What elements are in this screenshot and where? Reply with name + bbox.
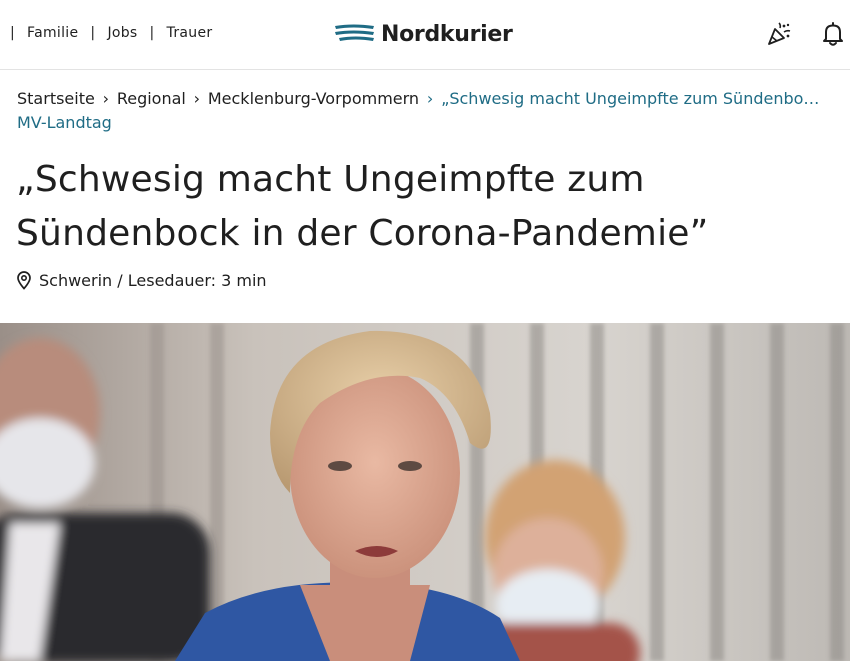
bell-icon[interactable] [819, 20, 847, 48]
nordkurier-logo[interactable]: Nordkurier [333, 20, 513, 48]
breadcrumb-item-startseite[interactable]: Startseite [17, 89, 95, 108]
logo-waves-icon [335, 24, 374, 41]
confetti-icon[interactable] [765, 20, 793, 48]
nav-separator: | [10, 25, 16, 41]
article-meta: Schwerin / Lesedauer: 3 min [15, 270, 267, 290]
article-kicker[interactable]: MV-Landtag [17, 111, 112, 135]
article-title: „Schwesig macht Ungeimpfte zum Sündenboc… [16, 159, 709, 254]
chevron-right-icon: › [102, 89, 110, 108]
breadcrumb-current: „Schwesig macht Ungeimpfte zum Sündenboc… [441, 89, 823, 108]
breadcrumb-item-mecklenburg-vorpommern[interactable]: Mecklenburg-Vorpommern [208, 89, 419, 108]
quick-links-nav: | Familie | Jobs | Trauer [10, 25, 212, 41]
chevron-right-icon: › [193, 89, 201, 108]
site-header: | Familie | Jobs | Trauer Nordkurier [0, 0, 850, 70]
breadcrumb: Startseite › Regional › Mecklenburg-Vorpomme… [17, 87, 842, 111]
breadcrumb-item-regional[interactable]: Regional [117, 89, 186, 108]
chevron-right-icon: › [426, 89, 434, 108]
nav-separator: | [149, 25, 155, 41]
nav-link-trauer[interactable]: Trauer [167, 25, 213, 41]
article-hero-image[interactable] [0, 323, 850, 661]
nav-separator: | [90, 25, 96, 41]
article-location-readtime: Schwerin / Lesedauer: 3 min [39, 270, 267, 290]
nav-link-familie[interactable]: Familie [27, 25, 78, 41]
location-pin-icon [15, 270, 33, 290]
logo-wordmark: Nordkurier [381, 21, 513, 47]
nav-link-jobs[interactable]: Jobs [107, 25, 137, 41]
